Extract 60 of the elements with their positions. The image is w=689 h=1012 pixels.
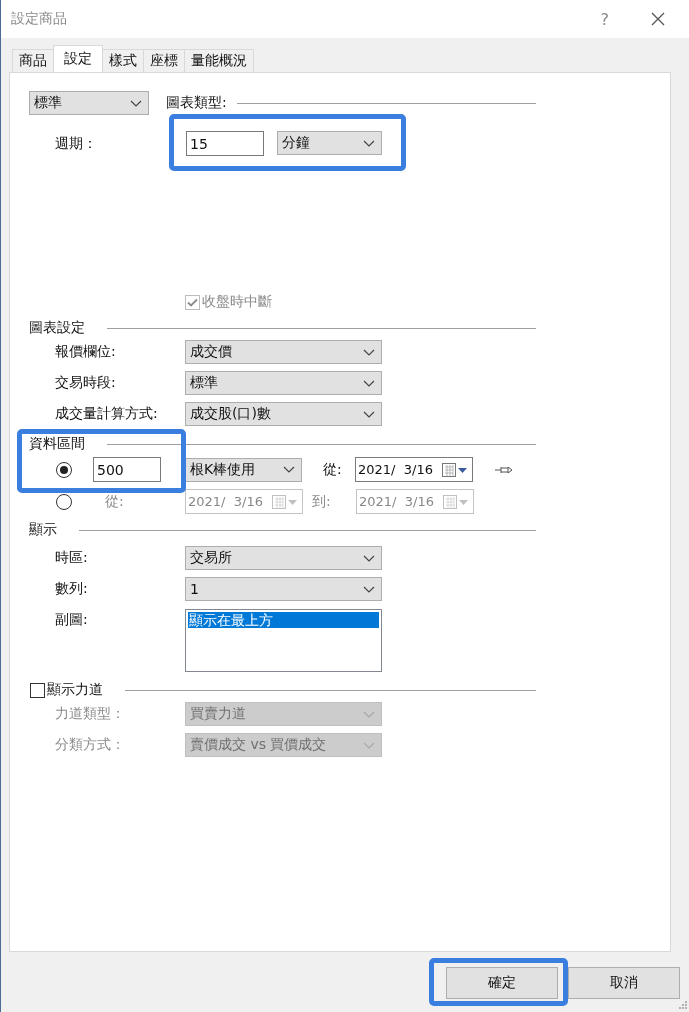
chevron-down-icon: [363, 741, 375, 749]
tab[interactable]: 商品: [12, 49, 54, 72]
from-label: 從:: [323, 460, 343, 479]
dropdown[interactable]: 交易所: [185, 546, 382, 570]
chevron-down-icon: [363, 410, 375, 418]
date-field[interactable]: 2021/ 3/16: [356, 489, 474, 514]
date-field[interactable]: 2021/ 3/16: [355, 457, 473, 482]
field-label: 數列:: [54, 580, 89, 598]
checkbox[interactable]: [30, 682, 45, 698]
dialog-button[interactable]: 確定: [446, 967, 558, 999]
list-box[interactable]: 顯示在最上方: [185, 609, 382, 672]
list-item[interactable]: 顯示在最上方: [188, 612, 379, 628]
chevron-down-icon: [363, 348, 375, 356]
calendar-icon: [272, 494, 298, 509]
section-title: 圖表設定: [29, 319, 85, 337]
section-title: 資料區間: [29, 435, 85, 453]
field-label: 分類方式：: [54, 736, 126, 754]
chevron-down-icon: [363, 710, 375, 718]
calendar-icon: [443, 494, 469, 509]
dropdown[interactable]: 成交股(口)數: [185, 402, 382, 426]
radio-button[interactable]: [56, 493, 72, 510]
field-label: 時區:: [54, 549, 89, 567]
field-label: 副圖:: [54, 610, 89, 629]
chevron-down-icon: [283, 466, 295, 473]
field-label: 交易時段:: [54, 374, 117, 392]
checkbox-label: 收盤時中斷: [202, 293, 272, 311]
dropdown[interactable]: 標準: [29, 91, 149, 115]
window-title: 設定商品: [11, 10, 68, 28]
dropdown[interactable]: 成交價: [185, 340, 382, 364]
help-button[interactable]: ?: [600, 9, 609, 29]
pin-icon[interactable]: [495, 464, 513, 475]
to-label: 到:: [312, 492, 332, 511]
dropdown[interactable]: 標準: [185, 371, 382, 395]
radio-button[interactable]: [56, 461, 72, 478]
chevron-down-icon: [363, 554, 375, 562]
period-field[interactable]: 15: [186, 131, 264, 156]
chevron-down-icon: [363, 139, 375, 147]
resize-grip-icon[interactable]: [677, 999, 687, 1009]
field-label: 週期：: [54, 134, 98, 153]
close-icon[interactable]: [651, 12, 665, 26]
dropdown[interactable]: 分鐘: [277, 131, 382, 155]
count-field[interactable]: 500: [93, 457, 161, 482]
dropdown[interactable]: 根K棒使用: [185, 457, 302, 482]
dialog-button[interactable]: 取消: [568, 967, 680, 999]
chevron-down-icon: [363, 585, 375, 593]
section-title: 圖表類型:: [166, 94, 227, 112]
checkbox-label: 顯示力道: [47, 681, 103, 699]
chevron-down-icon: [363, 379, 375, 387]
field-label: 力道類型：: [54, 705, 126, 723]
dropdown[interactable]: 1: [185, 577, 382, 601]
field-label: 成交量計算方式:: [54, 405, 159, 423]
tab[interactable]: 量能概況: [184, 49, 254, 72]
from-label: 從:: [105, 492, 125, 511]
calendar-icon: [442, 462, 468, 477]
date-field[interactable]: 2021/ 3/16: [185, 489, 303, 514]
tab[interactable]: 設定: [53, 45, 103, 72]
chevron-down-icon: [130, 99, 142, 107]
check-icon: [187, 297, 198, 307]
section-title: 顯示: [29, 521, 57, 539]
field-label: 報價欄位:: [54, 343, 117, 361]
